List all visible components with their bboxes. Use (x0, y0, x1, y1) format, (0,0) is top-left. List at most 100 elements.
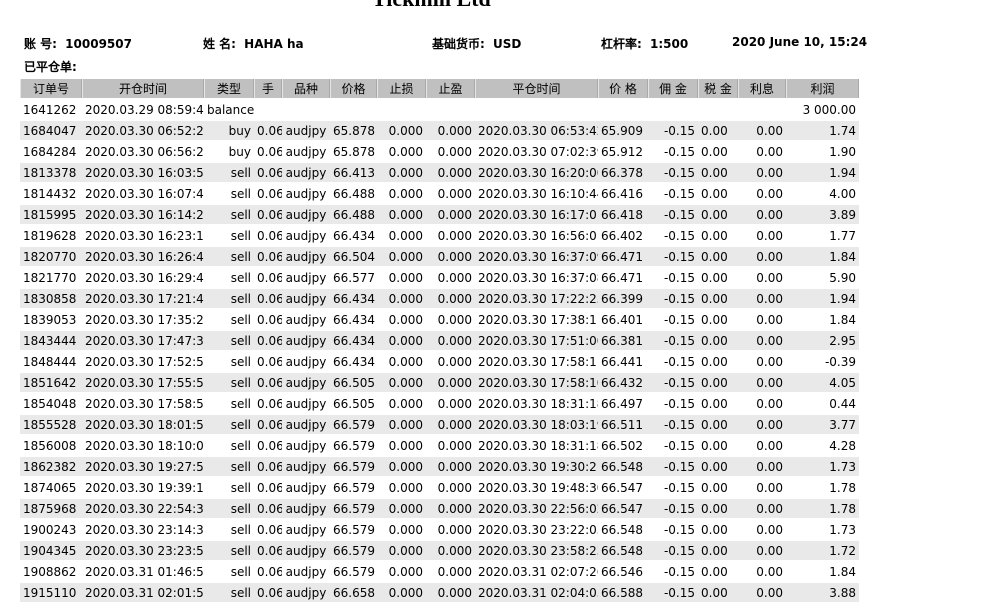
col-header-symbol: 品种 (282, 79, 330, 98)
cell-ticket: 1820770 (20, 247, 82, 266)
cell-commission: -0.15 (648, 121, 698, 140)
cell-price: 66.579 (330, 436, 377, 455)
cell-stop-loss: 0.000 (377, 331, 426, 350)
cell-take-profit: 0.000 (426, 583, 475, 602)
cell-commission: -0.15 (648, 184, 698, 203)
cell-stop-loss: 0.000 (377, 562, 426, 581)
cell-commission: -0.15 (648, 373, 698, 392)
cell-type: sell (204, 289, 254, 308)
cell-take-profit: 0.000 (426, 478, 475, 497)
table-row: 1875968 2020.03.30 22:54:39 sell 0.06 audjpy… (20, 499, 859, 518)
cell-open-time: 2020.03.30 06:52:23 (82, 121, 204, 140)
cell-commission: -0.15 (648, 142, 698, 161)
cell-close-time: 2020.03.30 23:58:23 (475, 541, 598, 560)
cell-swap: 0.00 (738, 121, 786, 140)
cell-symbol: audjpy (282, 478, 330, 497)
cell-tax: 0.00 (698, 226, 738, 245)
cell-close-price: 66.547 (598, 478, 648, 497)
cell-close-time: 2020.03.31 02:07:26 (475, 562, 598, 581)
cell-swap: 0.00 (738, 247, 786, 266)
cell-open-time: 2020.03.30 17:55:52 (82, 373, 204, 392)
cell-ticket: 1908862 (20, 562, 82, 581)
currency-value: USD (493, 37, 522, 51)
cell-lots: 0.06 (254, 394, 282, 413)
cell-type: sell (204, 583, 254, 602)
cell-profit: 1.73 (786, 457, 859, 476)
cell-symbol: audjpy (282, 247, 330, 266)
cell-close-time: 2020.03.30 16:10:44 (475, 184, 598, 203)
cell-swap: 0.00 (738, 352, 786, 371)
cell-type: sell (204, 499, 254, 518)
cell-open-time: 2020.03.30 19:27:52 (82, 457, 204, 476)
cell-lots: 0.06 (254, 436, 282, 455)
cell-open-time: 2020.03.31 01:46:57 (82, 562, 204, 581)
cell-tax: 0.00 (698, 436, 738, 455)
col-header-lots: 手 (254, 79, 282, 98)
cell-ticket: 1819628 (20, 226, 82, 245)
cell-take-profit: 0.000 (426, 436, 475, 455)
cell-tax: 0.00 (698, 562, 738, 581)
cell-take-profit: 0.000 (426, 184, 475, 203)
cell-open-time: 2020.03.30 18:10:06 (82, 436, 204, 455)
cell-close-time: 2020.03.30 17:51:00 (475, 331, 598, 350)
cell-take-profit: 0.000 (426, 520, 475, 539)
report-title: Tickmill Ltd (372, 0, 491, 12)
closed-orders-label: 已平仓单: (24, 60, 77, 74)
cell-close-time: 2020.03.30 16:17:01 (475, 205, 598, 224)
cell-ticket: 1904345 (20, 541, 82, 560)
cell-profit: 4.00 (786, 184, 859, 203)
col-header-swap: 利息 (738, 79, 786, 98)
cell-close-price: 66.471 (598, 268, 648, 287)
table-row: 1908862 2020.03.31 01:46:57 sell 0.06 audjpy… (20, 562, 859, 581)
account-label: 账 号: (24, 37, 57, 51)
cell-profit: 1.77 (786, 226, 859, 245)
name-info: 姓 名: HAHA ha (203, 35, 304, 52)
cell-symbol: audjpy (282, 352, 330, 371)
cell-close-time: 2020.03.30 23:22:03 (475, 520, 598, 539)
table-row: 1830858 2020.03.30 17:21:48 sell 0.06 audjpy… (20, 289, 859, 308)
cell-profit: 1.73 (786, 520, 859, 539)
cell-stop-loss: 0.000 (377, 163, 426, 182)
cell-ticket: 1843444 (20, 331, 82, 350)
cell-ticket: 1839053 (20, 310, 82, 329)
cell-open-time: 2020.03.31 02:01:54 (82, 583, 204, 602)
cell-close-price: 66.497 (598, 394, 648, 413)
cell-swap: 0.00 (738, 373, 786, 392)
cell-open-time: 2020.03.30 16:23:18 (82, 226, 204, 245)
cell-commission: -0.15 (648, 247, 698, 266)
col-header-take-profit: 止盈 (426, 79, 475, 98)
cell-ticket: 1855528 (20, 415, 82, 434)
cell-open-time: 2020.03.30 22:54:39 (82, 499, 204, 518)
cell-take-profit: 0.000 (426, 121, 475, 140)
cell-symbol: audjpy (282, 373, 330, 392)
cell-symbol: audjpy (282, 163, 330, 182)
cell-commission: -0.15 (648, 499, 698, 518)
cell-price: 65.878 (330, 121, 377, 140)
cell-commission: -0.15 (648, 310, 698, 329)
cell-tax: 0.00 (698, 373, 738, 392)
cell-open-time: 2020.03.30 06:56:28 (82, 142, 204, 161)
cell-close-price: 66.418 (598, 205, 648, 224)
table-row: 1848444 2020.03.30 17:52:51 sell 0.06 audjpy… (20, 352, 859, 371)
cell-stop-loss: 0.000 (377, 583, 426, 602)
cell-close-time: 2020.03.30 19:30:21 (475, 457, 598, 476)
cell-open-time: 2020.03.30 17:47:39 (82, 331, 204, 350)
cell-open-time: 2020.03.30 19:39:18 (82, 478, 204, 497)
report-datetime: 2020 June 10, 15:24 (732, 35, 868, 49)
cell-type: buy (204, 142, 254, 161)
closed-trades-table: 订单号 开仓时间 类型 手 品种 价格 止损 止盈 平仓时间 价 格 佣 金 税… (20, 77, 859, 604)
col-header-commission: 佣 金 (648, 79, 698, 98)
cell-commission: -0.15 (648, 436, 698, 455)
col-header-close-time: 平仓时间 (475, 79, 598, 98)
cell-symbol: audjpy (282, 457, 330, 476)
col-header-open-time: 开仓时间 (82, 79, 204, 98)
table-row: 1820770 2020.03.30 16:26:42 sell 0.06 audjpy… (20, 247, 859, 266)
cell-close-price: 66.381 (598, 331, 648, 350)
cell-close-price: 66.511 (598, 415, 648, 434)
cell-ticket: 1848444 (20, 352, 82, 371)
cell-take-profit: 0.000 (426, 142, 475, 161)
cell-symbol: audjpy (282, 184, 330, 203)
cell-swap: 0.00 (738, 478, 786, 497)
cell-stop-loss: 0.000 (377, 247, 426, 266)
cell-stop-loss: 0.000 (377, 268, 426, 287)
